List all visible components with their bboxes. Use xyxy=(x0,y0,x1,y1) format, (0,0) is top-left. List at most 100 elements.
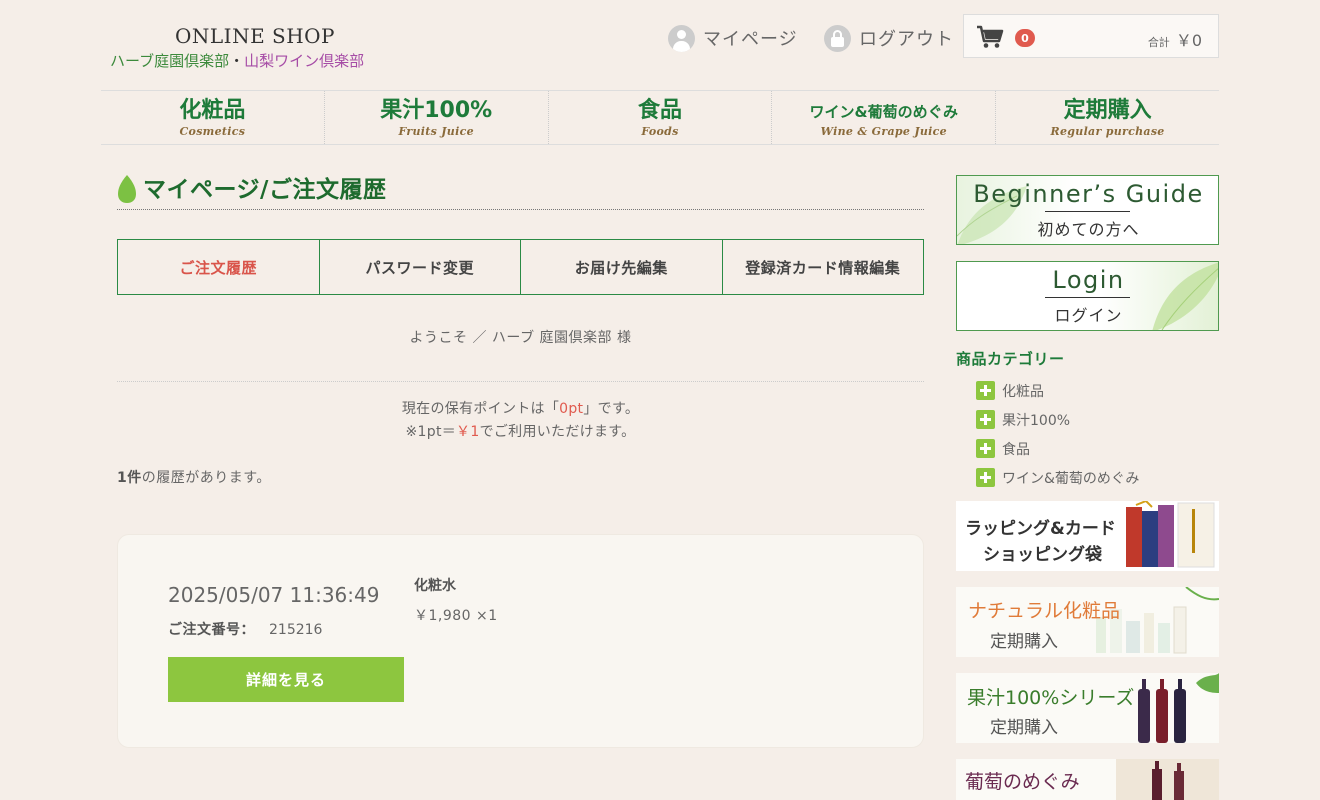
cart-total-value: ￥0 xyxy=(1175,31,1202,50)
wrapping-title-2: ショッピング袋 xyxy=(983,545,1102,565)
grape-bottles-image xyxy=(1116,759,1219,800)
cart-total-label: 合計 xyxy=(1147,36,1170,49)
grape-title: 葡萄のめぐみ xyxy=(965,771,1080,793)
category-title: 商品カテゴリー xyxy=(956,350,1065,368)
category-label: 食品 xyxy=(1002,441,1030,458)
logo-herb-club: ハーブ庭園倶楽部 xyxy=(110,52,230,70)
natural-cosmetics-banner[interactable]: ナチュラル化粧品 定期購入 xyxy=(956,587,1219,657)
nav-label-jp: 果汁100% xyxy=(380,98,493,123)
gift-boxes-image xyxy=(1126,501,1215,568)
juice-series-banner[interactable]: 果汁100%シリーズ 定期購入 xyxy=(956,673,1219,743)
cart-icon xyxy=(977,25,1004,48)
logo-wine-club: 山梨ワイン倶楽部 xyxy=(244,52,365,70)
order-number-value: 215216 xyxy=(269,622,323,638)
plus-icon xyxy=(976,410,995,429)
rate-post: でご利用いただけます。 xyxy=(479,424,636,440)
juice-subtitle: 定期購入 xyxy=(990,718,1058,738)
plus-icon xyxy=(976,381,995,400)
nav-regular-purchase[interactable]: 定期購入 Regular purchase xyxy=(995,91,1219,144)
rate-value: ￥1 xyxy=(456,424,480,440)
login-underline xyxy=(1045,297,1130,298)
login-title: Login xyxy=(1052,266,1125,294)
points-line: 現在の保有ポイントは「0pt」です。 xyxy=(117,398,924,421)
nav-label-jp: 定期購入 xyxy=(1063,98,1152,123)
nav-fruits-juice[interactable]: 果汁100% Fruits Juice xyxy=(323,91,548,144)
nav-wine-grape[interactable]: ワイン&葡萄のめぐみ Wine & Grape Juice xyxy=(771,91,995,144)
nav-label-en: Fruits Juice xyxy=(398,125,474,138)
lock-icon xyxy=(824,24,851,52)
nav-label-jp: 化粧品 xyxy=(179,98,246,123)
category-label: 果汁100% xyxy=(1002,412,1071,429)
wrapping-banner[interactable]: ラッピング&カード ショッピング袋 xyxy=(956,501,1219,571)
category-item-wine-grape[interactable]: ワイン&葡萄のめぐみ xyxy=(976,463,1139,492)
mypage-link[interactable]: マイページ xyxy=(668,24,798,52)
order-card: 2025/05/07 11:36:49 ご注文番号： 215216 詳細を見る 化… xyxy=(117,534,924,748)
cart-button[interactable]: 0 合計 ￥0 xyxy=(963,14,1219,58)
order-item-price: ￥1,980 ×1 xyxy=(414,608,498,624)
history-count: 1件の履歴があります。 xyxy=(117,467,271,487)
beginners-guide-banner[interactable]: Beginner’s Guide 初めての方へ xyxy=(956,175,1219,245)
tab-delivery-edit[interactable]: お届け先編集 xyxy=(520,240,722,294)
points-rate-line: ※1pt＝￥1でご利用いただけます。 xyxy=(117,421,924,444)
mypage-tabs: ご注文履歴 パスワード変更 お届け先編集 登録済カード情報編集 xyxy=(117,239,924,295)
nav-label-jp: ワイン&葡萄のめぐみ xyxy=(809,103,959,121)
cart-total: 合計 ￥0 xyxy=(1148,27,1202,51)
category-item-juice[interactable]: 果汁100% xyxy=(976,405,1139,434)
logo-online-shop: ONLINE SHOP xyxy=(174,24,336,48)
nav-foods[interactable]: 食品 Foods xyxy=(547,91,772,144)
nav-label-jp: 食品 xyxy=(637,98,682,123)
page-title-text: マイページ/ご注文履歴 xyxy=(143,177,387,203)
category-item-foods[interactable]: 食品 xyxy=(976,434,1139,463)
wrapping-title-1: ラッピング&カード xyxy=(965,519,1116,539)
history-count-value: 1件 xyxy=(117,470,142,486)
guide-subtitle: 初めての方へ xyxy=(1037,220,1140,239)
guide-title: Beginner’s Guide xyxy=(973,180,1204,208)
category-item-cosmetics[interactable]: 化粧品 xyxy=(976,376,1139,405)
order-item-name: 化粧水 xyxy=(414,578,456,594)
global-nav: 化粧品 Cosmetics 果汁100% Fruits Juice 食品 Foo… xyxy=(101,90,1219,145)
logout-label: ログアウト xyxy=(859,29,954,50)
tab-card-edit[interactable]: 登録済カード情報編集 xyxy=(721,240,924,294)
cart-count-badge: 0 xyxy=(1015,29,1035,47)
welcome-message: ようこそ ／ ハーブ 庭園倶楽部 様 xyxy=(409,330,632,346)
natural-subtitle: 定期購入 xyxy=(990,632,1058,652)
mypage-label: マイページ xyxy=(703,29,798,50)
natural-title: ナチュラル化粧品 xyxy=(968,600,1121,622)
category-label: ワイン&葡萄のめぐみ xyxy=(1002,470,1140,487)
grape-banner[interactable]: 葡萄のめぐみ xyxy=(956,759,1219,800)
page-title: マイページ/ご注文履歴 xyxy=(117,174,924,210)
juice-bottles-image xyxy=(1138,673,1219,743)
divider xyxy=(117,381,924,382)
nav-label-en: Wine & Grape Juice xyxy=(820,125,947,138)
points-post: 」です。 xyxy=(583,401,640,417)
order-number: ご注文番号： 215216 xyxy=(168,619,322,639)
plus-icon xyxy=(976,468,995,487)
order-number-label: ご注文番号： xyxy=(168,622,255,638)
nav-cosmetics[interactable]: 化粧品 Cosmetics xyxy=(101,91,324,144)
nav-label-en: Foods xyxy=(641,125,679,138)
juice-title: 果汁100%シリーズ xyxy=(967,687,1135,709)
category-label: 化粧品 xyxy=(1002,383,1044,400)
guide-underline xyxy=(1045,211,1130,212)
rate-pre: ※1pt＝ xyxy=(405,424,457,440)
category-list: 化粧品 果汁100% 食品 ワイン&葡萄のめぐみ xyxy=(976,376,1139,492)
login-subtitle: ログイン xyxy=(1054,306,1123,325)
tab-order-history[interactable]: ご注文履歴 xyxy=(118,240,319,294)
plus-icon xyxy=(976,439,995,458)
nav-label-en: Cosmetics xyxy=(179,125,246,138)
logo-club-names: ハーブ庭園倶楽部・山梨ワイン倶楽部 xyxy=(110,50,400,71)
points-value: 0pt xyxy=(559,401,584,417)
logout-link[interactable]: ログアウト xyxy=(824,24,954,52)
shop-logo[interactable]: ONLINE SHOP ハーブ庭園倶楽部・山梨ワイン倶楽部 xyxy=(110,24,400,71)
user-icon xyxy=(668,24,695,52)
view-details-button[interactable]: 詳細を見る xyxy=(168,657,404,702)
history-count-text: の履歴があります。 xyxy=(141,470,271,486)
order-date: 2025/05/07 11:36:49 xyxy=(168,583,380,607)
login-banner[interactable]: Login ログイン xyxy=(956,261,1219,331)
leaf-icon xyxy=(118,175,136,203)
points-info: 現在の保有ポイントは「0pt」です。 ※1pt＝￥1でご利用いただけます。 xyxy=(117,398,924,444)
nav-label-en: Regular purchase xyxy=(1050,125,1165,138)
points-pre: 現在の保有ポイントは「 xyxy=(401,401,560,417)
logo-separator: ・ xyxy=(229,52,245,70)
tab-password-change[interactable]: パスワード変更 xyxy=(318,240,521,294)
